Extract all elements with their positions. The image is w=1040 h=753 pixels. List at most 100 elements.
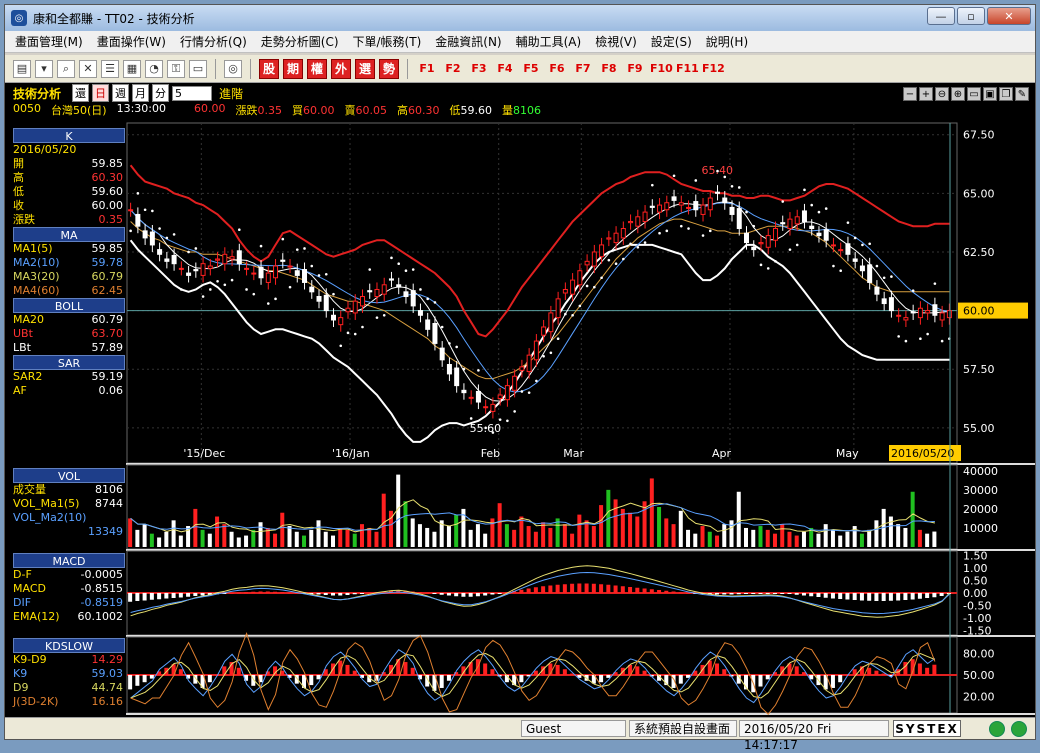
indicator-bar	[149, 533, 154, 547]
title-bar[interactable]: ◎ 康和全都賺 - TT02 - 技術分析 — ▫ ✕	[5, 5, 1035, 31]
indicator-bar	[490, 669, 495, 675]
quote-volume: 8106	[513, 104, 541, 117]
indicator-bar	[584, 583, 589, 593]
indicator-bar	[570, 583, 575, 593]
fkey-f2[interactable]: F2	[442, 62, 464, 75]
indicator-bar	[562, 524, 567, 547]
advanced-button[interactable]: 進階	[219, 85, 243, 102]
options-button[interactable]: 權	[307, 58, 327, 79]
futures-button[interactable]: 期	[283, 58, 303, 79]
chart-canvas[interactable]: 67.50 65.00 62.50 60.00 57.50 55.00 '15/Dec '16…	[5, 83, 1035, 717]
fkey-f4[interactable]: F4	[494, 62, 516, 75]
candle-body	[410, 290, 416, 307]
menu-view[interactable]: 檢視(V)	[595, 33, 637, 50]
key-icon[interactable]: ⚿	[167, 59, 185, 78]
chat-icon[interactable]: ▭	[967, 87, 981, 101]
sar-dot	[643, 241, 647, 244]
foreign-button[interactable]: 外	[331, 58, 351, 79]
save-icon[interactable]: ▣	[983, 87, 997, 101]
indicator-bar	[417, 524, 422, 547]
tools-icon[interactable]: ✎	[1015, 87, 1029, 101]
indicator-bar	[258, 591, 263, 593]
menu-finance-info[interactable]: 金融資訊(N)	[435, 33, 501, 50]
sar-dot	[346, 331, 350, 335]
toolbar-separator	[215, 58, 216, 79]
magnify-plus-icon[interactable]: ⊕	[951, 87, 965, 101]
zoom-in-icon[interactable]: +	[919, 87, 933, 101]
indicator-bar	[135, 593, 140, 601]
indicator-bar	[215, 516, 220, 547]
fkey-f3[interactable]: F3	[468, 62, 490, 75]
grid-icon[interactable]: ▦	[123, 59, 141, 78]
fkey-f11[interactable]: F11	[676, 62, 699, 75]
menu-trend-chart[interactable]: 走勢分析圖(C)	[261, 33, 339, 50]
fkey-f8[interactable]: F8	[598, 62, 620, 75]
stock-button[interactable]: 股	[259, 58, 279, 79]
indicator-bar	[483, 593, 488, 596]
sar-dot	[180, 288, 183, 291]
indicator-bar	[722, 593, 727, 595]
macd-label: MACD	[13, 582, 46, 595]
indicator-bar	[620, 586, 625, 593]
candle-body	[193, 269, 199, 272]
logo-icon[interactable]: ◎	[224, 59, 242, 78]
indicator-bar	[425, 592, 430, 594]
fkey-f5[interactable]: F5	[520, 62, 542, 75]
candle-body	[772, 228, 778, 241]
menu-screen-ops[interactable]: 畫面操作(W)	[97, 33, 166, 50]
sub-tick-label: -0.50	[963, 600, 991, 613]
list-icon[interactable]: ☰	[101, 59, 119, 78]
copy-icon[interactable]: ❐	[999, 87, 1013, 101]
sar-dot	[281, 237, 285, 241]
gauge-icon[interactable]: ◔	[145, 59, 163, 78]
fkey-f12[interactable]: F12	[702, 62, 725, 75]
indicator-bar	[244, 535, 249, 547]
trend-button[interactable]: 勢	[379, 58, 399, 79]
sar-dot	[172, 233, 176, 236]
fkey-f1[interactable]: F1	[416, 62, 438, 75]
candle-body	[809, 225, 815, 230]
window-icon[interactable]: ▾	[35, 59, 53, 78]
note-icon[interactable]: ▭	[189, 59, 207, 78]
chart-icon[interactable]: ▤	[13, 59, 31, 78]
menu-screen-manage[interactable]: 畫面管理(M)	[15, 33, 83, 50]
fkey-f7[interactable]: F7	[572, 62, 594, 75]
chart-area[interactable]: 67.50 65.00 62.50 60.00 57.50 55.00 '15/Dec '16…	[5, 83, 1035, 717]
close-icon[interactable]: ✕	[987, 7, 1031, 25]
magnify-minus-icon[interactable]: ⊖	[935, 87, 949, 101]
k9-value: 59.03	[91, 667, 124, 680]
indicator-bar	[932, 664, 937, 675]
sar-dot	[209, 288, 212, 291]
menu-help[interactable]: 說明(H)	[706, 33, 748, 50]
indicator-bar	[374, 531, 379, 547]
menu-settings[interactable]: 設定(S)	[651, 33, 692, 50]
indicator-bar	[591, 583, 596, 593]
period-restore-button[interactable]: 還	[72, 84, 90, 102]
period-week-button[interactable]: 週	[112, 84, 130, 102]
maximize-icon[interactable]: ▫	[957, 7, 985, 25]
fkey-f10[interactable]: F10	[650, 62, 673, 75]
fkey-f6[interactable]: F6	[546, 62, 568, 75]
menu-market-analysis[interactable]: 行情分析(Q)	[180, 33, 247, 50]
period-minute-button[interactable]: 分	[152, 84, 170, 102]
menu-tools[interactable]: 輔助工具(A)	[516, 33, 582, 50]
indicator-bar	[352, 670, 357, 675]
minimize-icon[interactable]: —	[927, 7, 955, 25]
close-icon[interactable]: ✕	[79, 59, 97, 78]
select-button[interactable]: 選	[355, 58, 375, 79]
menu-order[interactable]: 下單/帳務(T)	[353, 33, 422, 50]
candle-body	[606, 237, 612, 240]
search-icon[interactable]: ⌕	[57, 59, 75, 78]
period-month-button[interactable]: 月	[132, 84, 150, 102]
fkey-f9[interactable]: F9	[624, 62, 646, 75]
indicator-bar	[838, 593, 843, 599]
zoom-out-icon[interactable]: −	[903, 87, 917, 101]
indicator-bar	[128, 593, 133, 602]
minute-select[interactable]: 5	[172, 85, 213, 101]
indicator-bar	[302, 535, 307, 547]
sar-dot	[542, 355, 545, 358]
candle-body	[744, 232, 749, 244]
sar-dot	[853, 236, 857, 240]
period-day-button[interactable]: 日	[92, 84, 110, 102]
sar-dot	[694, 179, 698, 182]
